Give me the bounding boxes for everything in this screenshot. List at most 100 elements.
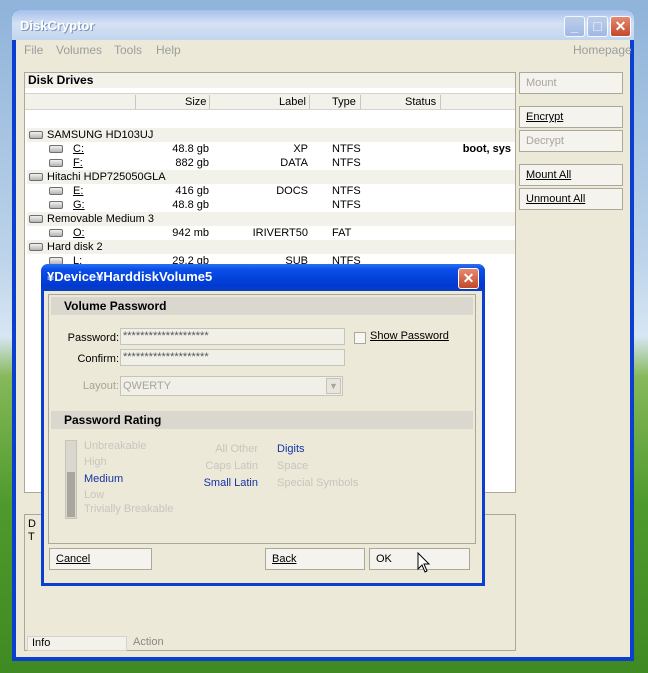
level-trivially-breakable: Trivially Breakable xyxy=(84,503,174,515)
drive-size: 48.8 gb xyxy=(172,199,209,211)
drive-size: 942 mb xyxy=(172,227,209,239)
encrypt-button[interactable]: Encrypt xyxy=(519,106,623,128)
drive-status: boot, sys xyxy=(462,143,511,155)
layout-select[interactable]: QWERTY ▼ xyxy=(120,376,343,396)
info-text-1: D xyxy=(28,518,36,530)
drive-name: E: xyxy=(73,185,84,197)
drive-icon xyxy=(29,131,43,139)
drive-size: 416 gb xyxy=(175,185,209,197)
dialog-title: ¥Device¥HarddiskVolume5 xyxy=(47,269,213,284)
drive-icon xyxy=(29,215,43,223)
charset-caps-latin: Caps Latin xyxy=(205,460,258,472)
drive-name: O: xyxy=(73,227,85,239)
disk-row[interactable]: Hard disk 2 xyxy=(27,240,515,254)
password-dialog: ¥Device¥HarddiskVolume5 ✕ Volume Passwor… xyxy=(41,264,485,586)
charset-digits: Digits xyxy=(277,443,305,455)
drive-type: NTFS xyxy=(332,157,361,169)
volume-row[interactable]: O: 942 mb IRIVERT50 FAT xyxy=(27,226,515,240)
menu-help[interactable]: Help xyxy=(156,43,181,57)
drive-icon xyxy=(49,187,63,195)
header-label[interactable]: Label xyxy=(279,96,306,108)
tab-info[interactable]: Info xyxy=(27,636,127,651)
volume-password-heading: Volume Password xyxy=(51,297,473,315)
volume-row[interactable]: C: 48.8 gb XP NTFS boot, sys xyxy=(27,142,515,156)
drive-icon xyxy=(29,173,43,181)
dialog-title-bar[interactable]: ¥Device¥HarddiskVolume5 ✕ xyxy=(41,264,485,291)
menu-bar: File Volumes Tools Help Homepage xyxy=(16,40,632,60)
drive-name: Hitachi HDP725050GLA xyxy=(47,171,166,183)
drive-type: NTFS xyxy=(332,143,361,155)
drive-icon xyxy=(49,159,63,167)
layout-label: Layout: xyxy=(82,380,119,392)
drive-icon xyxy=(49,201,63,209)
confirm-label: Confirm: xyxy=(77,353,119,365)
volume-row[interactable]: E: 416 gb DOCS NTFS xyxy=(27,184,515,198)
info-text-2: T xyxy=(28,531,35,543)
close-icon: ✕ xyxy=(462,270,475,286)
homepage-link[interactable]: Homepage xyxy=(573,43,632,57)
drive-icon xyxy=(49,145,63,153)
disk-row[interactable]: Removable Medium 3 xyxy=(27,212,515,226)
mount-all-button[interactable]: Mount All xyxy=(519,164,623,186)
header-size[interactable]: Size xyxy=(185,96,206,108)
drive-name: Removable Medium 3 xyxy=(47,213,154,225)
password-rating-heading: Password Rating xyxy=(51,411,473,429)
maximize-icon: □ xyxy=(593,18,602,34)
show-password-checkbox[interactable] xyxy=(354,332,366,344)
drive-size: 48.8 gb xyxy=(172,143,209,155)
drive-name: C: xyxy=(73,143,84,155)
drive-label: DOCS xyxy=(276,185,308,197)
chevron-down-icon: ▼ xyxy=(326,378,341,394)
header-type[interactable]: Type xyxy=(332,96,356,108)
header-status[interactable]: Status xyxy=(405,96,436,108)
dialog-content: Volume Password Password: **************… xyxy=(48,294,476,544)
charset-special-symbols: Special Symbols xyxy=(277,477,359,489)
drive-type: NTFS xyxy=(332,199,361,211)
menu-file[interactable]: File xyxy=(24,43,43,57)
level-unbreakable: Unbreakable xyxy=(84,440,147,452)
unmount-all-button[interactable]: Unmount All xyxy=(519,188,623,210)
dialog-close-button[interactable]: ✕ xyxy=(458,268,479,289)
charset-all-other: All Other xyxy=(215,443,258,455)
charset-space: Space xyxy=(277,460,309,472)
maximize-button[interactable]: □ xyxy=(587,16,608,37)
close-button[interactable]: ✕ xyxy=(610,16,631,37)
charset-small-latin: Small Latin xyxy=(203,477,258,489)
drive-label: XP xyxy=(293,143,308,155)
close-icon: ✕ xyxy=(614,18,627,34)
volume-row[interactable]: F: 882 gb DATA NTFS xyxy=(27,156,515,170)
menu-tools[interactable]: Tools xyxy=(114,43,142,57)
drive-list-header: Size Label Type Status xyxy=(25,93,515,110)
level-medium: Medium xyxy=(84,473,124,485)
dialog-client: Volume Password Password: **************… xyxy=(44,291,482,583)
menu-volumes[interactable]: Volumes xyxy=(56,43,102,57)
drive-name: SAMSUNG HD103UJ xyxy=(47,129,154,141)
drive-type: FAT xyxy=(332,227,352,239)
confirm-input[interactable]: ******************** xyxy=(120,349,345,366)
minimize-button[interactable]: _ xyxy=(564,16,585,37)
back-button[interactable]: Back xyxy=(265,548,365,570)
disk-row[interactable]: Hitachi HDP725050GLA xyxy=(27,170,515,184)
rating-bar-fill xyxy=(67,472,75,517)
drive-name: F: xyxy=(73,157,83,169)
level-low: Low xyxy=(84,489,105,501)
disk-row[interactable]: SAMSUNG HD103UJ xyxy=(27,128,515,142)
drive-type: NTFS xyxy=(332,185,361,197)
main-title-bar[interactable]: DiskCryptor _ □ ✕ xyxy=(12,10,634,40)
tab-action[interactable]: Action xyxy=(133,636,164,649)
cursor-icon xyxy=(417,552,431,573)
volume-row[interactable]: G: 48.8 gb NTFS xyxy=(27,198,515,212)
cancel-button[interactable]: Cancel xyxy=(49,548,152,570)
decrypt-button[interactable]: Decrypt xyxy=(519,130,623,152)
drive-icon xyxy=(29,243,43,251)
show-password-label[interactable]: Show Password xyxy=(370,330,449,342)
app-title: DiskCryptor xyxy=(20,18,95,33)
mount-button[interactable]: Mount xyxy=(519,72,623,94)
minimize-icon: _ xyxy=(570,18,579,34)
drive-label: IRIVERT50 xyxy=(252,227,308,239)
level-high: High xyxy=(84,456,107,468)
password-input[interactable]: ******************** xyxy=(120,328,345,345)
drive-size: 882 gb xyxy=(175,157,209,169)
drive-name: Hard disk 2 xyxy=(47,241,103,253)
password-label: Password: xyxy=(67,332,119,344)
